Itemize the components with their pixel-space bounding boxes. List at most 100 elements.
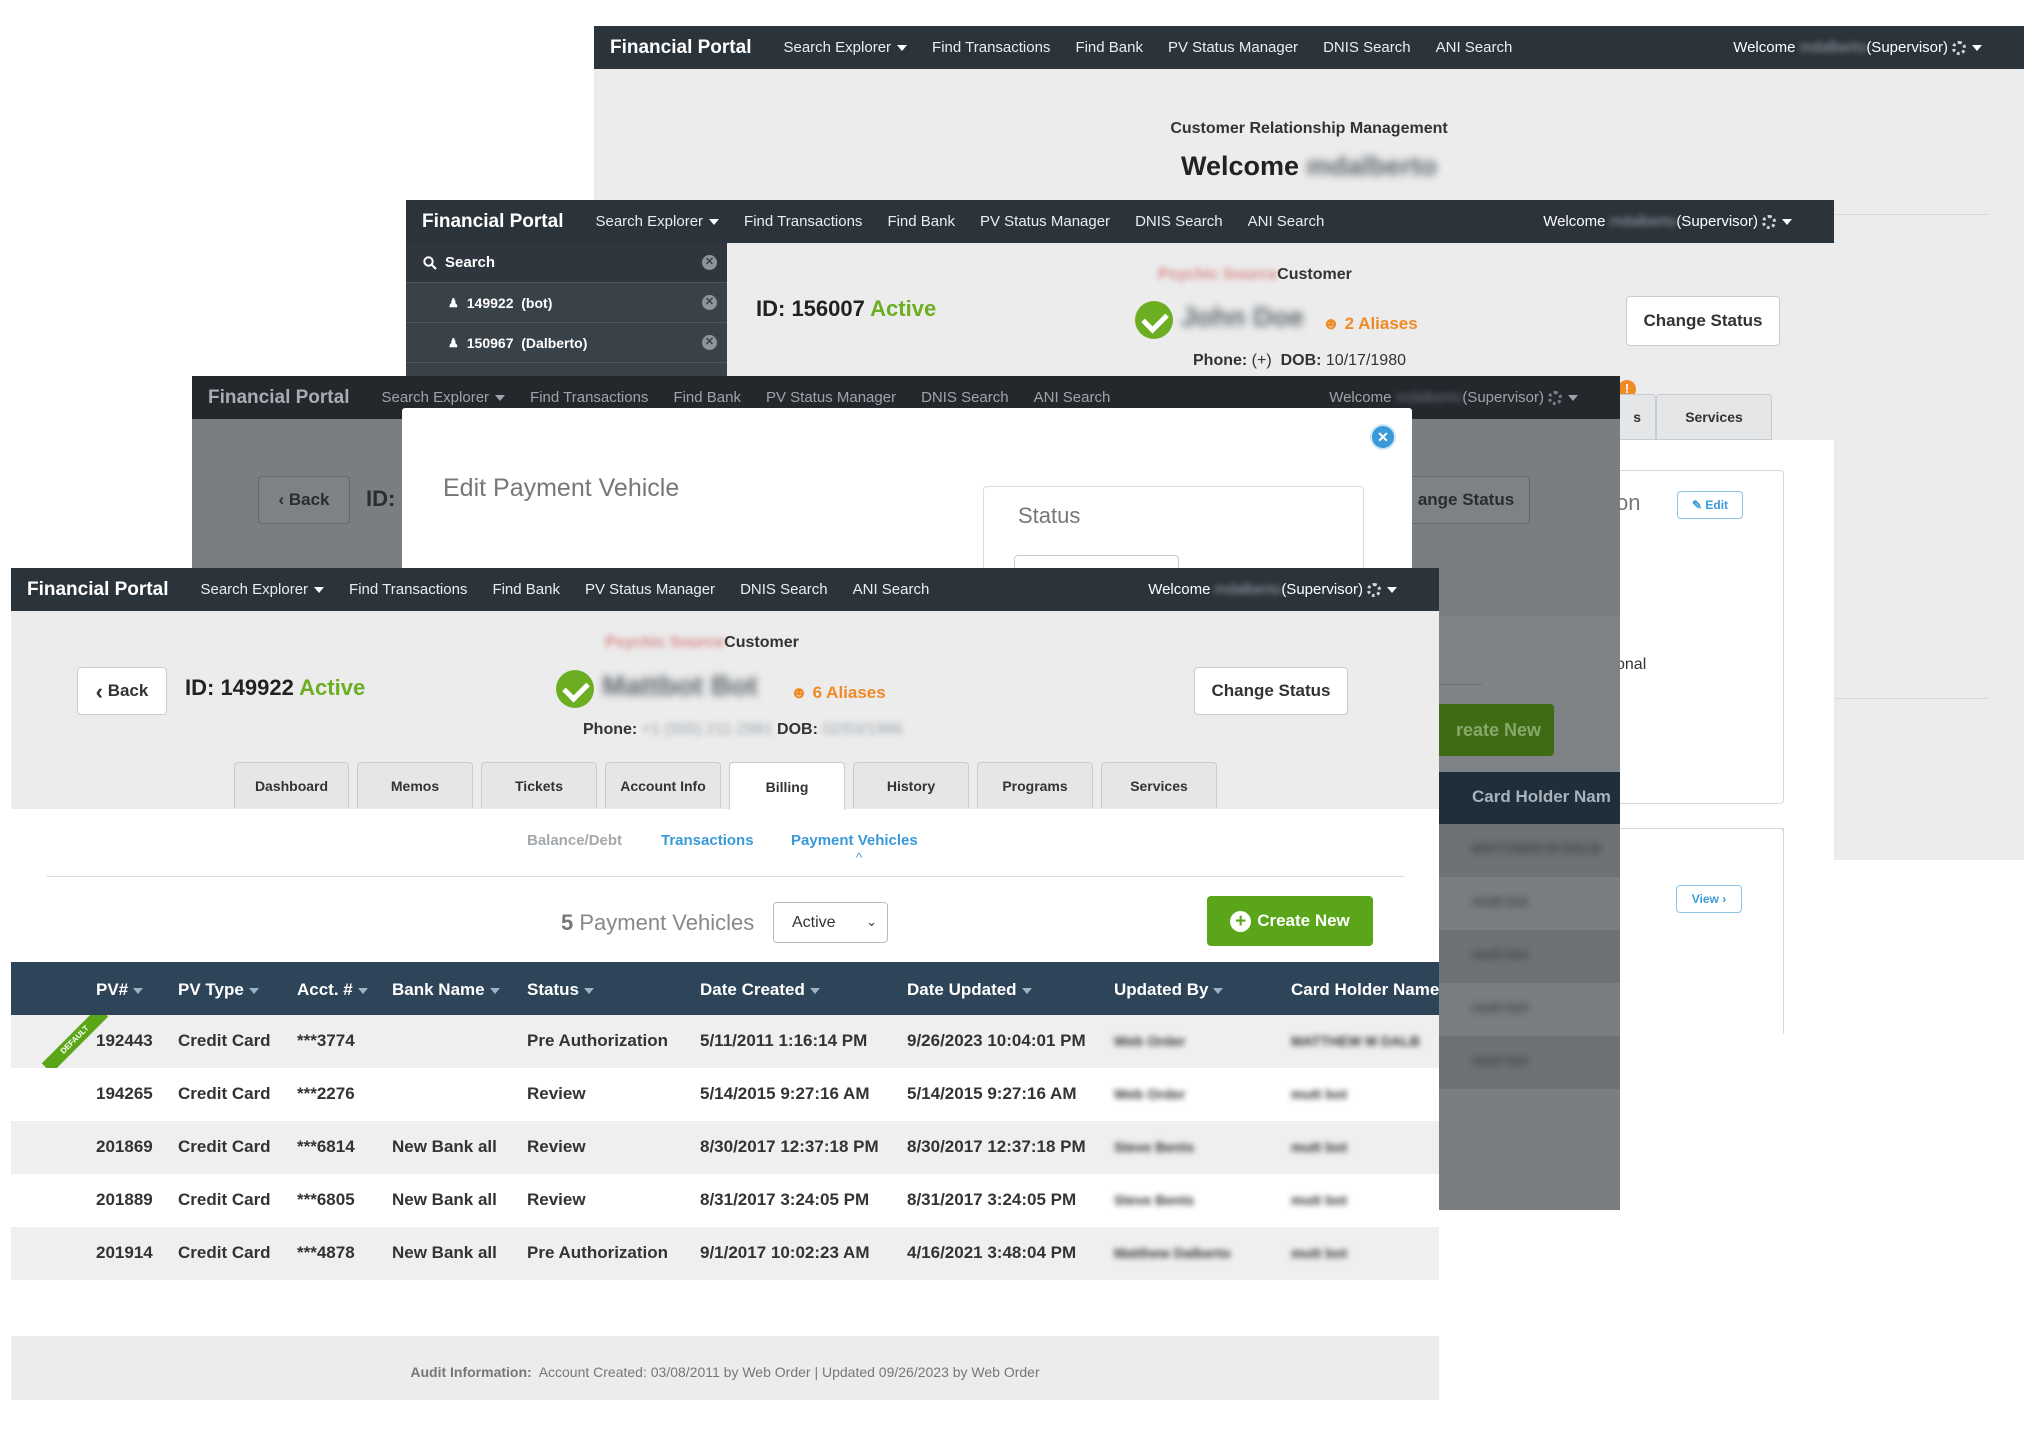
- col-status[interactable]: Status: [527, 980, 594, 1000]
- tab-billing[interactable]: Billing: [729, 762, 845, 810]
- col-bank-name[interactable]: Bank Name: [392, 980, 500, 1000]
- nav-find-bank[interactable]: Find Bank: [492, 581, 560, 598]
- change-status-button[interactable]: Change Status: [1626, 296, 1780, 346]
- nav-find-transactions[interactable]: Find Transactions: [530, 389, 648, 406]
- edit-button[interactable]: ✎ Edit: [1677, 491, 1743, 519]
- user-menu[interactable]: Welcome mdalberto (Supervisor): [1733, 39, 1982, 56]
- nav-ani-search[interactable]: ANI Search: [1034, 389, 1111, 406]
- subtab-payment-vehicles[interactable]: Payment Vehicles: [791, 832, 918, 849]
- cell-updated-by: Web Order: [1114, 1086, 1186, 1102]
- user-menu[interactable]: Welcome mdalberto (Supervisor): [1329, 389, 1578, 406]
- cell-date-created: 5/11/2011 1:16:14 PM: [700, 1031, 868, 1050]
- search-result-item[interactable]: ♟ 150967 (Dalberto) ✕: [406, 323, 727, 363]
- nav-pv-status-manager[interactable]: PV Status Manager: [766, 389, 896, 406]
- create-new-button[interactable]: + Create New: [1207, 896, 1373, 946]
- change-status-button[interactable]: Change Status: [1194, 667, 1348, 715]
- nav-find-transactions[interactable]: Find Transactions: [349, 581, 467, 598]
- brand-logo[interactable]: Financial Portal: [208, 387, 349, 409]
- status-filter-select[interactable]: Active ⌄: [773, 902, 888, 943]
- table-row[interactable]: DEFAULT 192443 Credit Card ***3774 Pre A…: [11, 1015, 1439, 1068]
- nav-dnis-search[interactable]: DNIS Search: [921, 389, 1009, 406]
- cell-date-updated: 9/26/2023 10:04:01 PM: [907, 1031, 1086, 1050]
- brand-logo[interactable]: Financial Portal: [610, 37, 751, 59]
- nav-ani-search[interactable]: ANI Search: [1436, 39, 1513, 56]
- tab-account-info[interactable]: Account Info: [605, 762, 721, 808]
- brand-logo[interactable]: Financial Portal: [422, 211, 563, 233]
- back-button[interactable]: ‹ Back: [77, 667, 167, 715]
- aliases-link[interactable]: ☻ 2 Aliases: [1322, 314, 1418, 334]
- nav-find-bank[interactable]: Find Bank: [1075, 39, 1143, 56]
- card-holder: MATTHEW M DALB: [1472, 840, 1601, 856]
- nav-find-bank[interactable]: Find Bank: [673, 389, 741, 406]
- pencil-icon: ✎: [1691, 498, 1703, 512]
- tab-history[interactable]: History: [853, 762, 969, 808]
- nav-find-bank[interactable]: Find Bank: [887, 213, 955, 230]
- nav-pv-status-manager[interactable]: PV Status Manager: [1168, 39, 1298, 56]
- customer-id-partial: ID:: [366, 486, 396, 511]
- col-date-updated[interactable]: Date Updated: [907, 980, 1032, 1000]
- nav-search-explorer[interactable]: Search Explorer: [381, 389, 506, 406]
- user-menu[interactable]: Welcome mdalberto (Supervisor): [1543, 213, 1792, 230]
- create-new-button[interactable]: reate New: [1432, 704, 1554, 756]
- close-icon[interactable]: ✕: [702, 295, 717, 310]
- sort-icon: [809, 987, 820, 994]
- nav-find-transactions[interactable]: Find Transactions: [932, 39, 1050, 56]
- table-row: mutt bot: [1432, 983, 1620, 1036]
- tab-programs[interactable]: Programs: [977, 762, 1093, 808]
- result-id: 150967: [466, 334, 514, 351]
- col-updated-by[interactable]: Updated By: [1114, 980, 1224, 1000]
- cell-pv: 194265: [96, 1084, 153, 1103]
- tab-dashboard[interactable]: Dashboard: [234, 762, 349, 808]
- cell-pv-type: Credit Card: [178, 1243, 271, 1262]
- table-row[interactable]: 201914 Credit Card ***4878 New Bank all …: [11, 1227, 1439, 1280]
- nav-dnis-search[interactable]: DNIS Search: [1323, 39, 1411, 56]
- nav-pv-status-manager[interactable]: PV Status Manager: [585, 581, 715, 598]
- nav-find-transactions[interactable]: Find Transactions: [744, 213, 862, 230]
- table-row[interactable]: 194265 Credit Card ***2276 Review 5/14/2…: [11, 1068, 1439, 1121]
- table-row[interactable]: 201889 Credit Card ***6805 New Bank all …: [11, 1174, 1439, 1227]
- col-date-created[interactable]: Date Created: [700, 980, 820, 1000]
- close-icon[interactable]: ✕: [1372, 426, 1394, 448]
- aliases-link[interactable]: ☻ 6 Aliases: [790, 683, 886, 703]
- chevron-down-icon: [897, 45, 908, 52]
- nav-search-explorer[interactable]: Search Explorer: [595, 213, 720, 230]
- col-pv-number[interactable]: PV#: [96, 980, 144, 1000]
- cell-status: Review: [527, 1190, 586, 1209]
- change-status-button[interactable]: ange Status: [1402, 476, 1530, 524]
- view-button[interactable]: View ›: [1676, 885, 1742, 913]
- search-result-item[interactable]: ♟ 149922 (bot) ✕: [406, 283, 727, 323]
- cell-acct: ***4878: [297, 1243, 355, 1262]
- tab-services[interactable]: Services: [1656, 394, 1772, 440]
- col-pv-type[interactable]: PV Type: [178, 980, 259, 1000]
- status-filter-value: Active: [792, 913, 836, 931]
- welcome-label: Welcome: [1148, 581, 1211, 598]
- nav-search-explorer[interactable]: Search Explorer: [200, 581, 325, 598]
- tab-tickets[interactable]: Tickets: [481, 762, 597, 808]
- close-icon[interactable]: ✕: [702, 255, 717, 270]
- brand-logo[interactable]: Financial Portal: [27, 579, 168, 601]
- gear-icon: [1762, 214, 1776, 229]
- user-menu[interactable]: Welcome mdalberto (Supervisor): [1148, 581, 1397, 598]
- subtab-balance-debt[interactable]: Balance/Debt: [527, 832, 622, 849]
- back-button[interactable]: ‹ Back: [258, 476, 350, 524]
- tab-memos[interactable]: Memos: [357, 762, 473, 808]
- chevron-right-icon: ›: [1722, 892, 1727, 906]
- nav-ani-search[interactable]: ANI Search: [853, 581, 930, 598]
- cell-pv-type: Credit Card: [178, 1137, 271, 1156]
- nav-pv-status-manager[interactable]: PV Status Manager: [980, 213, 1110, 230]
- col-acct-number[interactable]: Acct. #: [297, 980, 368, 1000]
- nav-dnis-search[interactable]: DNIS Search: [740, 581, 828, 598]
- nav-ani-search[interactable]: ANI Search: [1248, 213, 1325, 230]
- nav-search-explorer[interactable]: Search Explorer: [783, 39, 908, 56]
- subtab-transactions[interactable]: Transactions: [661, 832, 754, 849]
- table-row[interactable]: 201869 Credit Card ***6814 New Bank all …: [11, 1121, 1439, 1174]
- chevron-down-icon: [1782, 218, 1792, 225]
- search-header[interactable]: Search ✕: [406, 243, 727, 283]
- result-name: (Dalberto): [521, 334, 588, 351]
- col-card-holder-name[interactable]: Card Holder Name: [1291, 980, 1439, 1000]
- close-icon[interactable]: ✕: [702, 335, 717, 350]
- verified-check-icon: [556, 670, 594, 708]
- nav-dnis-search[interactable]: DNIS Search: [1135, 213, 1223, 230]
- chevron-down-icon: [709, 219, 720, 226]
- tab-services[interactable]: Services: [1101, 762, 1217, 808]
